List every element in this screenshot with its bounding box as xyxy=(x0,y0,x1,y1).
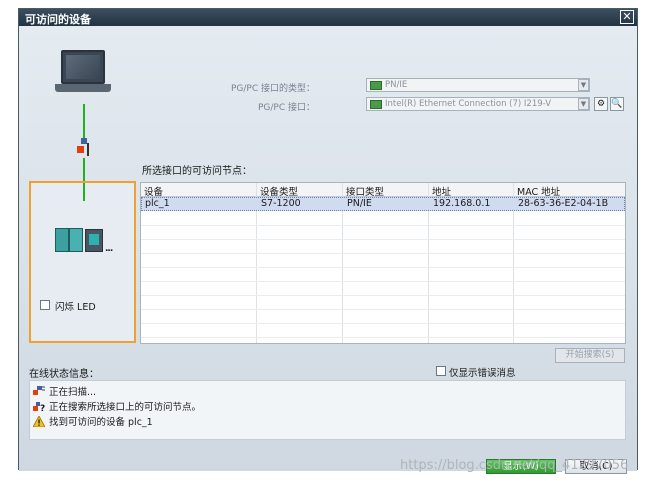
cell-interface-type: PN/IE xyxy=(347,198,372,209)
svg-text:?: ? xyxy=(40,404,45,412)
window-title: 可访问的设备 xyxy=(25,13,91,26)
start-search-button[interactable]: 开始搜索(S) xyxy=(555,348,625,363)
column-header-device[interactable]: 设备 xyxy=(141,183,256,197)
accessible-devices-dialog: 可访问的设备 ✕ PG/PC 接口的类型： PN/IE ▼ PG/PC 接口： … xyxy=(18,8,638,474)
column-header-mac-address[interactable]: MAC 地址 xyxy=(514,183,625,197)
cell-device-type: S7-1200 xyxy=(261,198,301,209)
status-message-text: 找到可访问的设备 plc_1 xyxy=(49,417,153,428)
network-card-icon xyxy=(370,100,382,109)
interface-dropdown-arrow[interactable]: ▼ xyxy=(578,98,589,110)
target-device-panel: ... 闪烁 LED xyxy=(29,181,136,343)
status-message-text: 正在搜索所选接口上的可访问节点。 xyxy=(49,402,202,413)
cell-mac-address: 28-63-36-E2-04-1B xyxy=(518,198,609,209)
accessible-nodes-title: 所选接口的可访问节点： xyxy=(142,166,252,177)
interface-value: Intel(R) Ethernet Connection (7) I219-V xyxy=(385,99,552,109)
cell-device: plc_1 xyxy=(145,198,170,209)
interface-select[interactable]: Intel(R) Ethernet Connection (7) I219-V xyxy=(366,97,590,111)
column-header-address[interactable]: 地址 xyxy=(429,183,513,197)
online-status-title: 在线状态信息： xyxy=(29,369,99,380)
search-question-icon: ? xyxy=(33,401,45,414)
dialog-body: PG/PC 接口的类型： PN/IE ▼ PG/PC 接口： Intel(R) … xyxy=(19,26,637,474)
warning-icon xyxy=(32,415,46,428)
network-line-top xyxy=(83,104,85,138)
status-message-text: 正在扫描... xyxy=(49,387,97,398)
interface-type-label: PG/PC 接口的类型： xyxy=(230,84,315,94)
watermark: https://blog.csdn.net/qq_41297056 xyxy=(400,458,629,473)
status-messages-box: 正在扫描... ? 正在搜索所选接口上的可访问节点。 找到可访问的设备 plc_… xyxy=(29,380,626,440)
pg-pc-laptop-icon xyxy=(55,50,111,104)
show-errors-only-checkbox[interactable] xyxy=(436,366,446,376)
pn-ie-icon xyxy=(370,81,382,90)
plc-device-icon: ... xyxy=(55,228,115,254)
interface-properties-icon[interactable]: ⚙ xyxy=(594,97,608,111)
show-errors-only-label: 仅显示错误消息 xyxy=(449,368,516,379)
interface-type-select[interactable]: PN/IE xyxy=(366,78,590,92)
status-message: 找到可访问的设备 plc_1 xyxy=(32,414,153,428)
interface-label: PG/PC 接口： xyxy=(257,103,315,113)
status-message: 正在扫描... xyxy=(33,384,97,398)
flash-led-checkbox[interactable] xyxy=(40,300,50,310)
close-button[interactable]: ✕ xyxy=(620,10,634,24)
cell-address: 192.168.0.1 xyxy=(433,198,491,209)
interface-type-dropdown-arrow[interactable]: ▼ xyxy=(578,79,589,91)
title-bar: 可访问的设备 ✕ xyxy=(19,9,637,26)
column-header-interface-type[interactable]: 接口类型 xyxy=(343,183,428,197)
accessible-nodes-table: 设备 设备类型 接口类型 地址 MAC 地址 plc_1 S7-1200 PN/… xyxy=(140,182,626,344)
column-header-device-type[interactable]: 设备类型 xyxy=(257,183,342,197)
scan-icon xyxy=(33,386,45,397)
table-row[interactable]: plc_1 S7-1200 PN/IE 192.168.0.1 28-63-36… xyxy=(141,197,625,211)
interface-diagnostics-icon[interactable]: 🔍 xyxy=(610,97,624,111)
flash-led-label: 闪烁 LED xyxy=(55,302,96,313)
network-connector-icon xyxy=(77,138,89,158)
network-line-panel xyxy=(83,183,85,201)
status-message: ? 正在搜索所选接口上的可访问节点。 xyxy=(33,399,202,414)
interface-type-value: PN/IE xyxy=(385,80,408,90)
